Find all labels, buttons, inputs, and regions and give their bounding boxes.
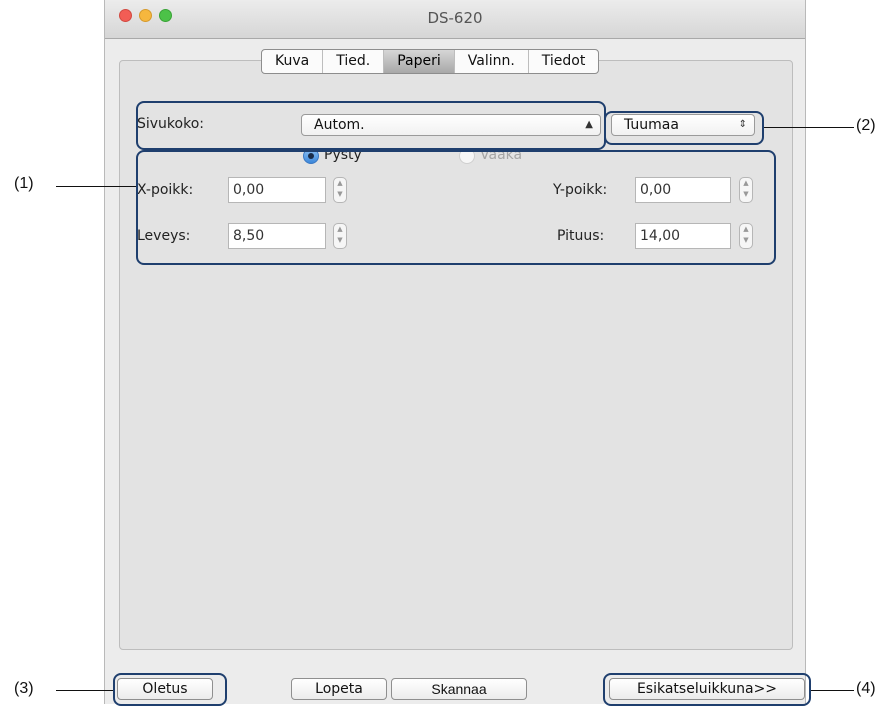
callout-4-line: [811, 690, 854, 691]
preview-highlight: [603, 673, 811, 706]
tab-tiedot[interactable]: Tiedot: [529, 50, 599, 73]
tab-kuva[interactable]: Kuva: [262, 50, 324, 73]
callout-4: (4): [856, 680, 876, 697]
scan-button[interactable]: Skannaa: [391, 678, 527, 700]
callout-3: (3): [14, 680, 34, 697]
callout-3-line: [56, 690, 113, 691]
tab-bar: Kuva Tied. Paperi Valinn. Tiedot: [261, 49, 600, 74]
unit-highlight: [604, 111, 764, 145]
default-highlight: [113, 673, 227, 706]
tab-paperi[interactable]: Paperi: [384, 50, 455, 73]
paper-settings-highlight: [136, 150, 776, 265]
callout-2: (2): [856, 117, 876, 134]
window-title: DS-620: [427, 9, 483, 27]
tab-valinn[interactable]: Valinn.: [455, 50, 529, 73]
title-bar[interactable]: DS-620: [105, 0, 805, 39]
callout-2-line: [764, 127, 854, 128]
tab-tied[interactable]: Tied.: [323, 50, 385, 73]
paper-size-highlight: [136, 101, 606, 150]
quit-button[interactable]: Lopeta: [291, 678, 387, 700]
callout-1: (1): [14, 175, 34, 192]
callout-1-line: [56, 186, 136, 187]
